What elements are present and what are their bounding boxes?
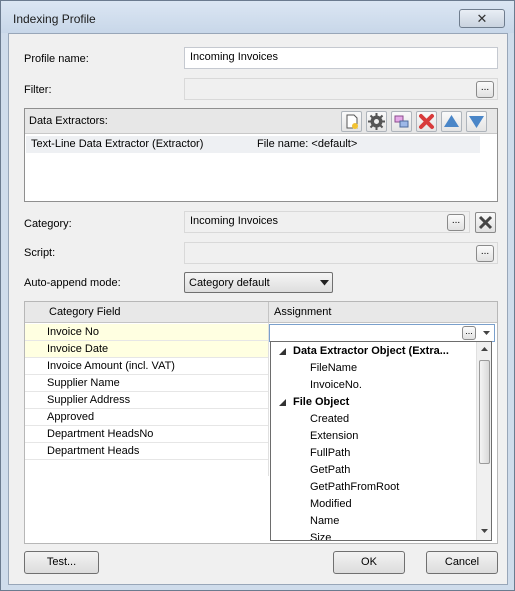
- tree-item-clip: Size: [271, 532, 477, 540]
- tree-item[interactable]: Extension: [310, 430, 358, 442]
- tree-item[interactable]: Name: [310, 515, 339, 527]
- dropdown-scrollbar[interactable]: [476, 342, 491, 540]
- tree-item[interactable]: Modified: [310, 498, 352, 510]
- script-field[interactable]: [184, 242, 498, 264]
- data-extractors-label: Data Extractors:: [29, 115, 108, 127]
- tree-item[interactable]: Created: [310, 413, 349, 425]
- tree-item[interactable]: GetPathFromRoot: [310, 481, 399, 493]
- assignment-header: Assignment: [274, 306, 332, 318]
- tree-item[interactable]: FullPath: [310, 447, 350, 459]
- settings-icon[interactable]: [366, 111, 387, 132]
- assignment-dropdown: Data Extractor Object (Extra... FileName…: [270, 341, 492, 541]
- table-row[interactable]: Department HeadsNo: [25, 426, 268, 443]
- assignment-browse-button[interactable]: ...: [462, 326, 476, 340]
- table-row[interactable]: Supplier Name: [25, 375, 268, 392]
- data-extractors-header: Data Extractors:: [25, 109, 497, 134]
- window-title: Indexing Profile: [13, 12, 96, 26]
- scroll-thumb[interactable]: [479, 360, 490, 464]
- close-button[interactable]: ✕: [459, 9, 505, 28]
- move-down-icon[interactable]: [466, 111, 487, 132]
- extractor-name: Text-Line Data Extractor (Extractor): [31, 138, 204, 150]
- clear-icon[interactable]: [476, 213, 495, 232]
- data-extractors-panel: Data Extractors: Text-Line Data Extracto…: [24, 108, 498, 202]
- copy-icon[interactable]: [391, 111, 412, 132]
- category-label: Category:: [24, 218, 72, 230]
- category-field[interactable]: Incoming Invoices: [184, 211, 470, 233]
- grid-header: Category Field Assignment: [25, 302, 497, 323]
- script-browse-button[interactable]: ...: [476, 245, 494, 262]
- scroll-up-icon[interactable]: [481, 347, 488, 351]
- dialog-body: Profile name: Incoming Invoices Filter: …: [8, 33, 508, 585]
- tree-group-file-object[interactable]: File Object: [293, 396, 349, 408]
- table-row[interactable]: Invoice Amount (incl. VAT): [25, 358, 268, 375]
- new-icon[interactable]: [341, 111, 362, 132]
- filter-label: Filter:: [24, 84, 52, 96]
- profile-name-input[interactable]: Incoming Invoices: [184, 47, 498, 69]
- tree-group-data-extractor[interactable]: Data Extractor Object (Extra...: [293, 345, 449, 357]
- title-bar: Indexing Profile ✕: [1, 1, 514, 33]
- table-row[interactable]: Supplier Address: [25, 392, 268, 409]
- table-row[interactable]: Invoice No: [25, 324, 268, 341]
- auto-append-select[interactable]: Category default: [184, 272, 333, 293]
- filter-field[interactable]: [184, 78, 498, 100]
- header-divider: [268, 302, 269, 323]
- column-divider: [268, 323, 269, 476]
- script-label: Script:: [24, 247, 56, 259]
- tree-item[interactable]: InvoiceNo.: [310, 379, 362, 391]
- chevron-down-icon[interactable]: [483, 331, 490, 335]
- tree-item[interactable]: FileName: [310, 362, 357, 374]
- tree-item[interactable]: GetPath: [310, 464, 350, 476]
- table-row[interactable]: Invoice Date: [25, 341, 268, 358]
- assignment-cell-editor[interactable]: ...: [269, 324, 495, 342]
- tree-item[interactable]: Size: [310, 532, 331, 540]
- clear-category-button[interactable]: [475, 212, 496, 233]
- category-browse-button[interactable]: ...: [447, 214, 465, 231]
- collapse-triangle-icon[interactable]: [279, 399, 286, 406]
- close-icon[interactable]: ✕: [477, 11, 488, 26]
- filter-browse-button[interactable]: ...: [476, 81, 494, 98]
- test-button[interactable]: Test...: [24, 551, 99, 574]
- auto-append-value: Category default: [189, 277, 270, 289]
- category-field-header: Category Field: [49, 306, 121, 318]
- table-row[interactable]: Approved: [25, 409, 268, 426]
- extractor-list-item[interactable]: Text-Line Data Extractor (Extractor) Fil…: [26, 136, 480, 153]
- collapse-triangle-icon[interactable]: [279, 348, 286, 355]
- cancel-button[interactable]: Cancel: [426, 551, 498, 574]
- move-up-icon[interactable]: [441, 111, 462, 132]
- profile-name-label: Profile name:: [24, 53, 89, 65]
- chevron-down-icon: [320, 280, 329, 286]
- auto-append-label: Auto-append mode:: [24, 277, 121, 289]
- ok-button[interactable]: OK: [333, 551, 405, 574]
- delete-icon[interactable]: [416, 111, 437, 132]
- extractor-file-name: File name: <default>: [257, 138, 358, 150]
- indexing-profile-dialog: Indexing Profile ✕ Profile name: Incomin…: [0, 0, 515, 591]
- scroll-down-icon[interactable]: [481, 529, 488, 533]
- table-row[interactable]: Department Heads: [25, 443, 268, 460]
